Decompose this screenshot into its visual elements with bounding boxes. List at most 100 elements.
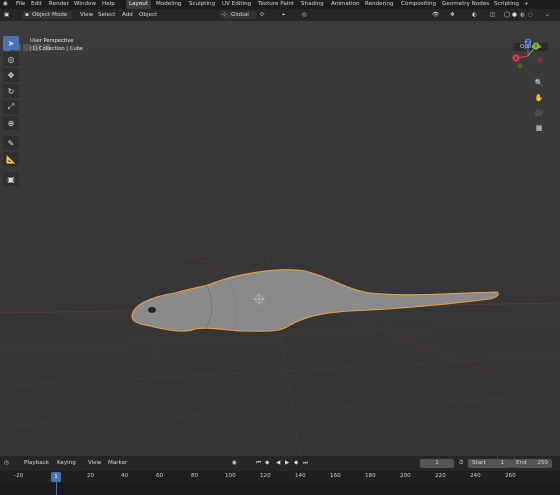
viewport-header: ▣ ▪ Object Mode View Select Add Object ⊹… xyxy=(0,9,560,21)
ruler-tick: 80 xyxy=(191,473,199,479)
move-tool-icon[interactable]: ✥ xyxy=(3,68,19,82)
shading-material-icon[interactable]: ◍ xyxy=(520,9,525,21)
tab-modeling[interactable]: Modeling xyxy=(156,0,181,9)
end-label: End xyxy=(516,460,527,466)
annotate-tool-icon[interactable]: ✎ xyxy=(3,136,19,150)
select-tool-icon[interactable]: ➤ xyxy=(3,36,19,50)
snap-icon[interactable]: ⌖ xyxy=(282,9,285,21)
gizmo-neg-x-axis[interactable] xyxy=(537,57,543,63)
menu-select[interactable]: Select xyxy=(98,9,115,21)
add-workspace-button[interactable]: + xyxy=(524,0,529,9)
grid xyxy=(0,220,560,456)
gizmo-y-label: Y xyxy=(534,44,538,50)
jump-start-icon[interactable]: ⏮ xyxy=(256,456,261,471)
menu-file[interactable]: File xyxy=(16,0,25,9)
scene-canvas xyxy=(0,220,560,456)
camera-view-icon[interactable]: 🎥 xyxy=(532,106,546,119)
perspective-label: User Perspective xyxy=(30,38,74,44)
menu-marker[interactable]: Marker xyxy=(108,456,127,471)
selected-mesh-object[interactable] xyxy=(131,269,499,332)
end-value: 250 xyxy=(537,460,548,466)
perspective-toggle-icon[interactable]: ▦ xyxy=(532,121,546,134)
ruler-tick: 140 xyxy=(295,473,306,479)
left-toolbar: ➤ ◎ ✥ ↻ ⤢ ⊕ ✎ 📐 ▣ xyxy=(3,36,21,188)
menu-timeline-view[interactable]: View xyxy=(88,456,101,471)
menu-add[interactable]: Add xyxy=(122,9,133,21)
orientation-label: Global xyxy=(231,12,249,18)
frame-ruler[interactable]: -20 1 20 40 60 80 100 120 140 160 180 20… xyxy=(0,471,560,483)
xray-icon[interactable]: ◫ xyxy=(490,9,495,21)
object-origin xyxy=(257,301,261,305)
tab-animation[interactable]: Animation xyxy=(331,0,360,9)
shading-wireframe-icon[interactable]: ◯ xyxy=(504,9,510,21)
play-icon[interactable]: ▶ xyxy=(285,456,289,471)
navigation-gizmo[interactable]: Z Y X xyxy=(506,34,550,78)
transform-tool-icon[interactable]: ⊕ xyxy=(3,116,19,130)
clock-icon[interactable]: ⏱ xyxy=(459,456,463,471)
current-frame-field[interactable]: 1 xyxy=(420,459,454,468)
overlay-toggle-icon[interactable]: ◐ xyxy=(472,9,477,21)
editor-type-icon[interactable]: ▣ xyxy=(4,9,9,21)
tab-geometry-nodes[interactable]: Geometry Nodes xyxy=(442,0,489,9)
shading-options-icon[interactable]: ⌄ xyxy=(545,9,550,21)
object-mode-icon: ▪ xyxy=(25,12,29,18)
tab-layout[interactable]: Layout xyxy=(126,0,152,9)
zoom-icon[interactable]: 🔍 xyxy=(532,76,546,89)
pivot-icon[interactable]: ⟳ xyxy=(260,9,265,21)
tab-texture-paint[interactable]: Texture Paint xyxy=(258,0,294,9)
next-keyframe-icon[interactable]: ◆ xyxy=(294,456,298,471)
creature-eye xyxy=(148,307,156,313)
gizmo-neg-y-axis[interactable] xyxy=(517,63,523,69)
viewport-nav-buttons: 🔍 ✋ 🎥 ▦ xyxy=(532,76,548,136)
menu-keying[interactable]: Keying xyxy=(57,456,76,471)
prev-keyframe-icon[interactable]: ◆ xyxy=(265,456,269,471)
rotate-tool-icon[interactable]: ↻ xyxy=(3,84,19,98)
collection-label: (1) Collection | Cube xyxy=(30,46,84,52)
blender-logo-icon[interactable]: ◉ xyxy=(3,0,8,9)
visibility-icon[interactable]: 👁 xyxy=(432,9,439,21)
record-icon[interactable]: ◉ xyxy=(232,456,237,471)
menu-view[interactable]: View xyxy=(80,9,93,21)
play-reverse-icon[interactable]: ◀ xyxy=(276,456,280,471)
shading-solid-icon[interactable]: ● xyxy=(512,9,517,21)
scale-tool-icon[interactable]: ⤢ xyxy=(3,100,19,114)
ruler-tick: 20 xyxy=(87,473,95,479)
ruler-tick: 160 xyxy=(330,473,341,479)
menu-edit[interactable]: Edit xyxy=(31,0,42,9)
timeline-track[interactable] xyxy=(0,483,560,495)
mode-label: Object Mode xyxy=(32,12,68,18)
menu-help[interactable]: Help xyxy=(102,0,115,9)
ruler-tick: 240 xyxy=(470,473,481,479)
ruler-tick: 220 xyxy=(435,473,446,479)
add-cube-tool-icon[interactable]: ▣ xyxy=(3,172,19,186)
pan-hand-icon[interactable]: ✋ xyxy=(532,91,546,104)
playhead[interactable] xyxy=(56,481,57,495)
timeline-editor-icon[interactable]: ◷ xyxy=(4,456,9,471)
jump-end-icon[interactable]: ⏭ xyxy=(303,456,308,471)
cursor-tool-icon[interactable]: ◎ xyxy=(3,52,19,66)
tab-scripting[interactable]: Scripting xyxy=(494,0,519,9)
gizmo-toggle-icon[interactable]: ✥ xyxy=(450,9,455,21)
gizmo-z-label: Z xyxy=(526,40,529,46)
tab-shading[interactable]: Shading xyxy=(301,0,324,9)
proportional-edit-icon[interactable]: ◎ xyxy=(302,9,307,21)
menu-render[interactable]: Render xyxy=(49,0,69,9)
menu-playback[interactable]: Playback xyxy=(24,456,49,471)
end-frame-field[interactable]: End 250 xyxy=(512,459,552,468)
ruler-tick: 260 xyxy=(505,473,516,479)
3d-viewport[interactable]: Options User Perspective (1) Collection … xyxy=(0,21,560,456)
tab-uv-editing[interactable]: UV Editing xyxy=(222,0,251,9)
timeline-header: ◷ Playback Keying View Marker ◉ ⏮ ◆ ◀ ▶ … xyxy=(0,456,560,471)
menu-object[interactable]: Object xyxy=(139,9,157,21)
ruler-tick: 180 xyxy=(365,473,376,479)
start-value: 1 xyxy=(500,460,504,466)
start-frame-field[interactable]: Start 1 xyxy=(468,459,512,468)
tab-sculpting[interactable]: Sculpting xyxy=(189,0,215,9)
shading-rendered-icon[interactable]: ◌ xyxy=(528,9,533,21)
tab-rendering[interactable]: Rendering xyxy=(365,0,394,9)
ruler-tick: 40 xyxy=(121,473,129,479)
tab-compositing[interactable]: Compositing xyxy=(401,0,436,9)
measure-tool-icon[interactable]: 📐 xyxy=(3,152,19,166)
gizmo-x-label: X xyxy=(514,56,517,62)
menu-window[interactable]: Window xyxy=(74,0,96,9)
